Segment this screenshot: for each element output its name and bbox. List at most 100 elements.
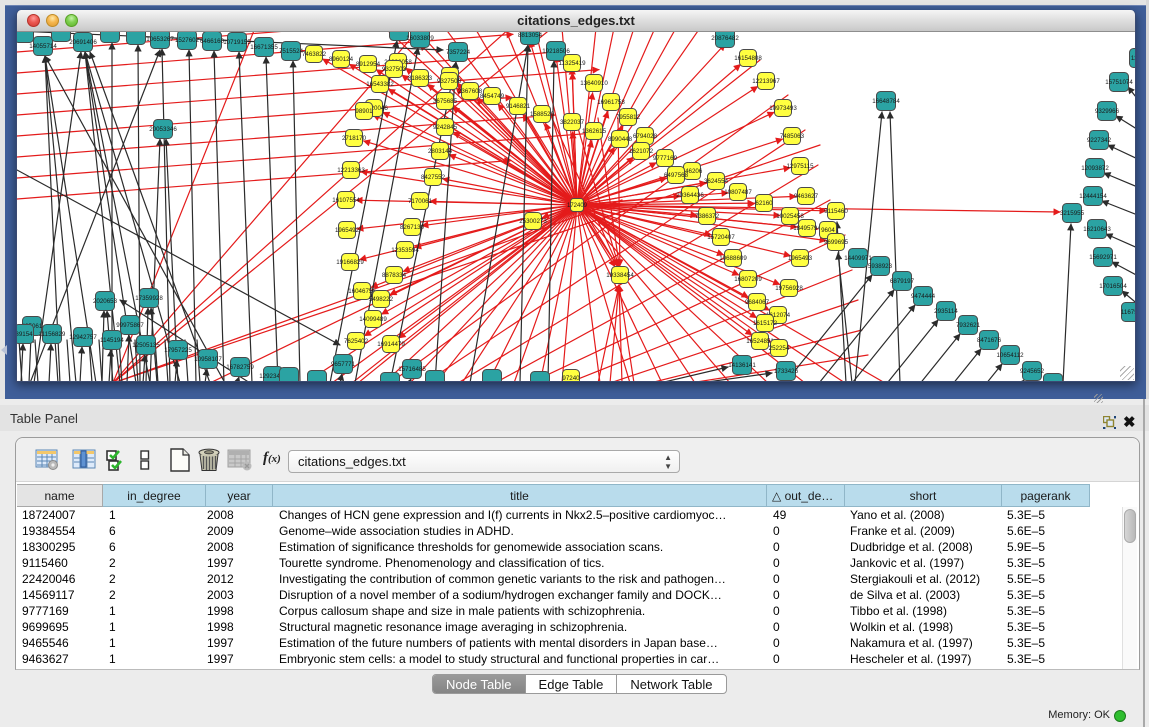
svg-text:15716485: 15716485 bbox=[398, 366, 426, 373]
svg-text:15692971: 15692971 bbox=[1089, 254, 1117, 261]
svg-text:19756928: 19756928 bbox=[775, 285, 803, 292]
svg-text:12975115: 12975115 bbox=[786, 163, 814, 170]
svg-text:2803144: 2803144 bbox=[428, 148, 453, 155]
svg-text:12213363: 12213363 bbox=[337, 167, 365, 174]
svg-text:9245652: 9245652 bbox=[1020, 368, 1045, 375]
svg-text:8960124: 8960124 bbox=[329, 56, 354, 63]
svg-text:9777169: 9777169 bbox=[653, 155, 678, 162]
svg-text:2718170: 2718170 bbox=[342, 135, 367, 142]
svg-text:16807209: 16807209 bbox=[734, 276, 762, 283]
svg-text:17957225: 17957225 bbox=[164, 347, 192, 354]
svg-text:3675685: 3675685 bbox=[433, 98, 458, 105]
svg-text:19218506: 19218506 bbox=[542, 48, 570, 55]
svg-text:1588520: 1588520 bbox=[530, 111, 555, 118]
svg-text:3215955: 3215955 bbox=[1060, 210, 1085, 217]
svg-text:12213967: 12213967 bbox=[752, 78, 780, 85]
svg-text:3624554: 3624554 bbox=[704, 178, 729, 185]
svg-text:11172: 11172 bbox=[1131, 55, 1135, 62]
svg-text:9474444: 9474444 bbox=[911, 293, 936, 300]
svg-text:6466160: 6466160 bbox=[200, 38, 225, 45]
svg-text:14136141: 14136141 bbox=[728, 362, 756, 369]
svg-text:7357224: 7357224 bbox=[446, 49, 471, 56]
svg-text:18495794: 18495794 bbox=[793, 225, 821, 232]
svg-text:10973493: 10973493 bbox=[769, 105, 797, 112]
svg-text:7625402: 7625402 bbox=[344, 338, 369, 345]
svg-text:7170061: 7170061 bbox=[408, 198, 433, 205]
svg-text:9657771: 9657771 bbox=[331, 361, 356, 368]
svg-text:1621072: 1621072 bbox=[629, 148, 654, 155]
svg-text:8427552: 8427552 bbox=[421, 174, 446, 181]
svg-text:16154808: 16154808 bbox=[734, 55, 762, 62]
svg-text:12353594: 12353594 bbox=[391, 247, 419, 254]
svg-text:17359928: 17359928 bbox=[135, 295, 163, 302]
svg-text:19338454: 19338454 bbox=[606, 272, 634, 279]
svg-text:7485063: 7485063 bbox=[780, 133, 805, 140]
svg-text:9242845: 9242845 bbox=[433, 124, 458, 131]
svg-text:8878334: 8878334 bbox=[382, 272, 407, 279]
svg-text:1145194: 1145194 bbox=[100, 337, 124, 344]
svg-text:11325419: 11325419 bbox=[558, 60, 586, 67]
svg-text:1527602: 1527602 bbox=[175, 37, 200, 44]
svg-text:10719155: 10719155 bbox=[223, 39, 251, 46]
svg-text:10807487: 10807487 bbox=[724, 189, 752, 196]
svg-text:10654112: 10654112 bbox=[996, 352, 1024, 359]
svg-text:252254: 252254 bbox=[769, 345, 790, 352]
svg-text:7515524: 7515524 bbox=[279, 48, 304, 55]
svg-text:12444154: 12444154 bbox=[1079, 193, 1107, 200]
svg-text:9115460: 9115460 bbox=[824, 208, 848, 215]
svg-text:9327508: 9327508 bbox=[437, 78, 462, 85]
svg-text:2935114: 2935114 bbox=[934, 308, 958, 315]
svg-text:39154: 39154 bbox=[17, 331, 33, 338]
svg-text:16543382: 16543382 bbox=[366, 81, 394, 88]
svg-text:1965493: 1965493 bbox=[788, 255, 813, 262]
svg-text:16961758: 16961758 bbox=[597, 99, 625, 106]
svg-text:20691406: 20691406 bbox=[69, 39, 97, 46]
svg-text:7955812: 7955812 bbox=[616, 114, 641, 121]
svg-text:9684067: 9684067 bbox=[745, 299, 770, 306]
svg-text:6497568: 6497568 bbox=[664, 172, 689, 179]
svg-text:16107554: 16107554 bbox=[332, 197, 360, 204]
svg-text:16210643: 16210643 bbox=[1083, 226, 1111, 233]
svg-text:19166829: 19166829 bbox=[336, 259, 364, 266]
svg-text:8186323: 8186323 bbox=[408, 75, 433, 82]
svg-text:12505135: 12505135 bbox=[132, 342, 160, 349]
svg-text:99975867: 99975867 bbox=[116, 322, 144, 329]
svg-text:9227342: 9227342 bbox=[1087, 137, 1112, 144]
svg-text:20364436: 20364436 bbox=[676, 192, 704, 199]
svg-text:10025458: 10025458 bbox=[776, 213, 804, 220]
svg-text:2020653: 2020653 bbox=[93, 298, 118, 305]
svg-text:8813054: 8813054 bbox=[518, 32, 543, 39]
svg-text:6794028: 6794028 bbox=[633, 133, 658, 140]
svg-text:14099489: 14099489 bbox=[359, 316, 387, 323]
svg-text:9463627: 9463627 bbox=[794, 193, 819, 200]
svg-text:20053346: 20053346 bbox=[149, 126, 177, 133]
svg-text:6879197: 6879197 bbox=[890, 278, 915, 285]
svg-text:20876482: 20876482 bbox=[711, 35, 739, 42]
svg-text:62160: 62160 bbox=[755, 200, 773, 207]
svg-text:9329966: 9329966 bbox=[1095, 108, 1120, 115]
svg-text:14055714: 14055714 bbox=[29, 43, 57, 50]
svg-text:7386372: 7386372 bbox=[695, 213, 720, 220]
svg-text:16782759: 16782759 bbox=[226, 364, 254, 371]
svg-text:97240: 97240 bbox=[562, 375, 580, 381]
svg-text:1965492: 1965492 bbox=[335, 227, 360, 234]
svg-text:16671355: 16671355 bbox=[250, 44, 278, 51]
svg-text:7463822: 7463822 bbox=[302, 51, 327, 58]
svg-text:8471676: 8471676 bbox=[977, 337, 1002, 344]
svg-text:8267130: 8267130 bbox=[400, 224, 425, 231]
svg-text:17016504: 17016504 bbox=[1099, 283, 1127, 290]
svg-text:25300273: 25300273 bbox=[519, 218, 547, 225]
svg-text:10688609: 10688609 bbox=[719, 255, 747, 262]
svg-text:3822037: 3822037 bbox=[560, 119, 585, 126]
svg-text:10653267: 10653267 bbox=[146, 36, 174, 43]
svg-text:10958107: 10958107 bbox=[194, 356, 222, 363]
svg-text:9327503: 9327503 bbox=[382, 66, 407, 73]
svg-text:5498222: 5498222 bbox=[369, 296, 394, 303]
svg-text:1362615: 1362615 bbox=[582, 128, 607, 135]
svg-text:5938923: 5938923 bbox=[868, 263, 893, 270]
svg-text:12093872: 12093872 bbox=[1081, 165, 1109, 172]
svg-text:13640910: 13640910 bbox=[580, 80, 608, 87]
svg-text:98901: 98901 bbox=[355, 108, 373, 115]
svg-text:2367608: 2367608 bbox=[458, 88, 483, 95]
svg-text:8990448: 8990448 bbox=[608, 136, 633, 143]
